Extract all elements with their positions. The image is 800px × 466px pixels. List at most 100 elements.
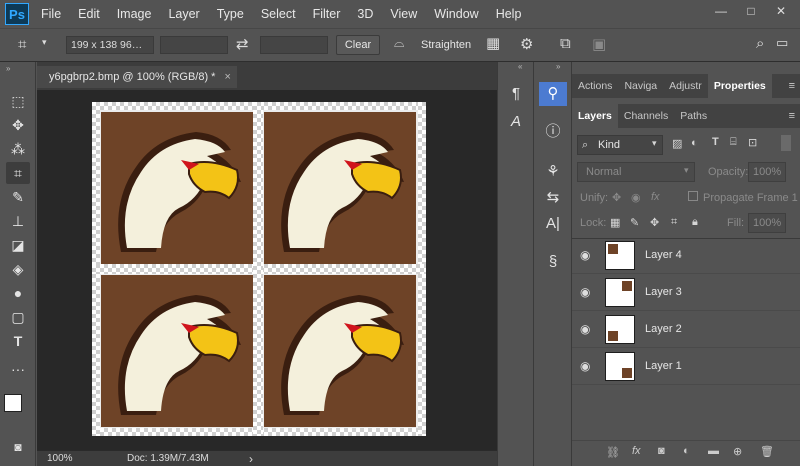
magic-wand-tool-icon[interactable]: ⁂ [6,138,30,160]
workspace-icon[interactable]: ▭ [776,35,788,51]
crop-tool-icon[interactable]: ⌗ [6,162,30,184]
layer-name[interactable]: Layer 2 [645,323,682,335]
unify-visibility-icon[interactable]: ◉ [631,191,641,204]
marquee-tool-icon[interactable]: ⬚ [6,90,30,112]
stamp-tool-icon[interactable]: ⊥ [6,210,30,232]
group-icon[interactable]: ▬ [708,445,719,457]
layer-name[interactable]: Layer 4 [645,249,682,261]
menu-layer[interactable]: Layer [168,7,199,21]
clone-source-icon[interactable]: § [539,250,567,274]
layer-row-4[interactable]: ◉ Layer 4 [572,237,800,274]
blur-tool-icon[interactable]: ● [6,282,30,304]
search-icon[interactable]: ⌕ [756,35,764,52]
menu-type[interactable]: Type [217,7,244,21]
swap-icon[interactable]: ⇄ [236,35,249,53]
brush-settings-icon[interactable]: ⚘ [539,160,567,184]
quick-mask-icon[interactable]: ◙ [6,436,30,458]
menu-filter[interactable]: Filter [313,7,341,21]
info-icon[interactable]: ⓘ [539,120,567,144]
maximize-button[interactable]: □ [736,2,766,20]
lock-transparent-icon[interactable]: ▦ [610,216,620,229]
tab-layers[interactable]: Layers [572,104,618,128]
tab-navigator[interactable]: Naviga [618,74,663,98]
width-field[interactable] [160,36,228,54]
crop-tool-icon[interactable]: ⌗ [18,36,26,53]
type-tool-icon[interactable]: T [6,330,30,352]
mask-icon[interactable]: ◙ [658,445,665,457]
unify-style-icon[interactable]: fx [651,191,660,203]
menu-view[interactable]: View [390,7,417,21]
gear-icon[interactable]: ⚙ [520,35,533,53]
lock-image-icon[interactable]: ✎ [630,216,639,229]
tool-preset-dropdown-icon[interactable]: ▾ [42,37,47,48]
lock-artboard-icon[interactable]: ⌗ [671,216,677,229]
minimize-button[interactable]: — [706,2,736,20]
overlay-grid-icon[interactable]: ▦ [486,34,500,52]
link-icon[interactable]: ⛓ [606,446,620,459]
fx-icon[interactable]: fx [632,445,641,457]
menu-window[interactable]: Window [434,7,478,21]
straighten-label[interactable]: Straighten [421,39,471,51]
layer-name[interactable]: Layer 3 [645,286,682,298]
collapse-toolbar-icon[interactable]: » [6,64,10,73]
foreground-color-swatch[interactable] [4,394,22,412]
close-button[interactable]: ✕ [766,2,796,20]
unify-position-icon[interactable]: ✥ [612,191,621,204]
layer-row-3[interactable]: ◉ Layer 3 [572,274,800,311]
menu-edit[interactable]: Edit [78,7,100,21]
glyphs-icon[interactable]: A| [539,212,567,236]
filter-smart-object-icon[interactable]: ⊡ [748,136,757,149]
filter-pixel-icon[interactable]: ▨ [672,137,682,150]
visibility-eye-icon[interactable]: ◉ [580,322,594,336]
move-tool-icon[interactable]: ✥ [6,114,30,136]
content-aware-icon[interactable]: ▣ [592,35,606,53]
ratio-dropdown[interactable]: 199 x 138 96… [66,36,154,54]
filter-toggle[interactable] [781,135,791,151]
menu-3d[interactable]: 3D [357,7,373,21]
zoom-level[interactable]: 100% [47,453,73,464]
character-icon[interactable]: A [502,110,530,134]
menu-image[interactable]: Image [117,7,152,21]
brush-tool-icon[interactable]: ✎ [6,186,30,208]
lock-all-icon[interactable]: 🔒︎ [692,216,698,229]
document-info[interactable]: Doc: 1.39M/7.43M [127,453,209,464]
menu-help[interactable]: Help [496,7,522,21]
straighten-icon[interactable]: ⌓ [394,35,404,51]
filter-shape-icon[interactable]: ⌸ [730,136,737,149]
menu-file[interactable]: File [41,7,61,21]
document-tab[interactable]: y6pgbrp2.bmp @ 100% (RGB/8) * × [37,66,237,88]
clear-button[interactable]: Clear [336,35,380,55]
panel-menu-icon[interactable]: ≡ [789,74,795,98]
filter-adjustment-icon[interactable]: ◐ [691,137,698,149]
delete-cropped-icon[interactable]: ⧉ [560,35,571,52]
filter-type-icon[interactable]: T [712,136,719,148]
status-menu-arrow-icon[interactable]: › [249,452,253,466]
tab-adjustments[interactable]: Adjustr [663,74,708,98]
propagate-checkbox[interactable] [688,191,698,201]
trash-icon[interactable]: 🗑︎ [760,445,774,458]
visibility-eye-icon[interactable]: ◉ [580,359,594,373]
layer-filter-dropdown[interactable]: ⌕ Kind ▾ [577,135,663,155]
collapse-panels-icon[interactable]: » [556,62,560,71]
tab-paths[interactable]: Paths [674,104,713,128]
image-canvas[interactable] [92,102,426,436]
tab-properties[interactable]: Properties [707,74,772,98]
paint-bucket-tool-icon[interactable]: ◈ [6,258,30,280]
adjustment-icon[interactable]: ◐ [683,445,690,457]
layer-row-1[interactable]: ◉ Layer 1 [572,348,800,385]
close-tab-icon[interactable]: × [225,71,231,83]
new-layer-icon[interactable]: ⊕ [733,445,742,458]
panel-menu-icon[interactable]: ≡ [789,104,795,128]
height-field[interactable] [260,36,328,54]
tab-channels[interactable]: Channels [618,104,674,128]
blend-mode-dropdown[interactable]: Normal ▾ [577,162,695,182]
lock-position-icon[interactable]: ✥ [650,216,659,229]
paragraph-icon[interactable]: ¶ [502,82,530,106]
fill-field[interactable]: 100% [748,213,786,233]
layer-row-2[interactable]: ◉ Layer 2 [572,311,800,348]
collapse-panels-icon[interactable]: « [518,62,522,71]
visibility-eye-icon[interactable]: ◉ [580,248,594,262]
tool-presets-icon[interactable]: ⇆ [539,186,567,210]
tab-actions[interactable]: Actions [572,74,618,98]
eraser-tool-icon[interactable]: ◪ [6,234,30,256]
